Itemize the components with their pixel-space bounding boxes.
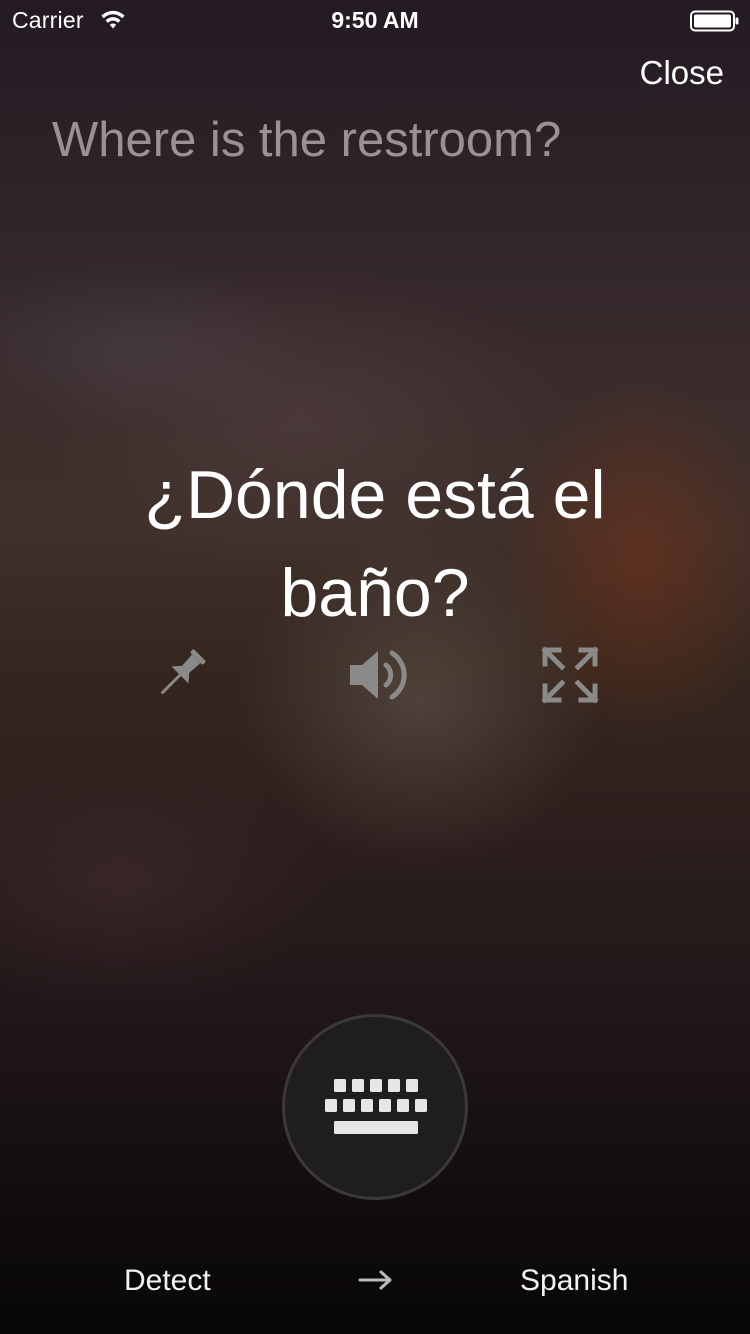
expand-icon[interactable]: [541, 646, 599, 704]
keyboard-icon: [325, 1079, 427, 1134]
close-button[interactable]: Close: [640, 54, 724, 92]
keyboard-button[interactable]: [282, 1014, 468, 1200]
target-language-button[interactable]: Spanish: [520, 1264, 628, 1298]
arrow-right-icon: [358, 1270, 392, 1290]
source-language-button[interactable]: Detect: [124, 1264, 211, 1298]
battery-icon: [690, 10, 739, 32]
translated-phrase: ¿Dónde está el baño?: [144, 457, 606, 631]
source-phrase[interactable]: Where is the restroom?: [52, 112, 692, 168]
translate-screen: Carrier 9:50 AM Close Where is the restr…: [0, 0, 750, 1334]
pin-icon[interactable]: [148, 643, 212, 707]
language-bar: Detect Spanish: [0, 1250, 750, 1314]
speaker-icon[interactable]: [346, 643, 414, 707]
clock: 9:50 AM: [331, 7, 419, 33]
status-bar: Carrier 9:50 AM: [0, 0, 750, 40]
